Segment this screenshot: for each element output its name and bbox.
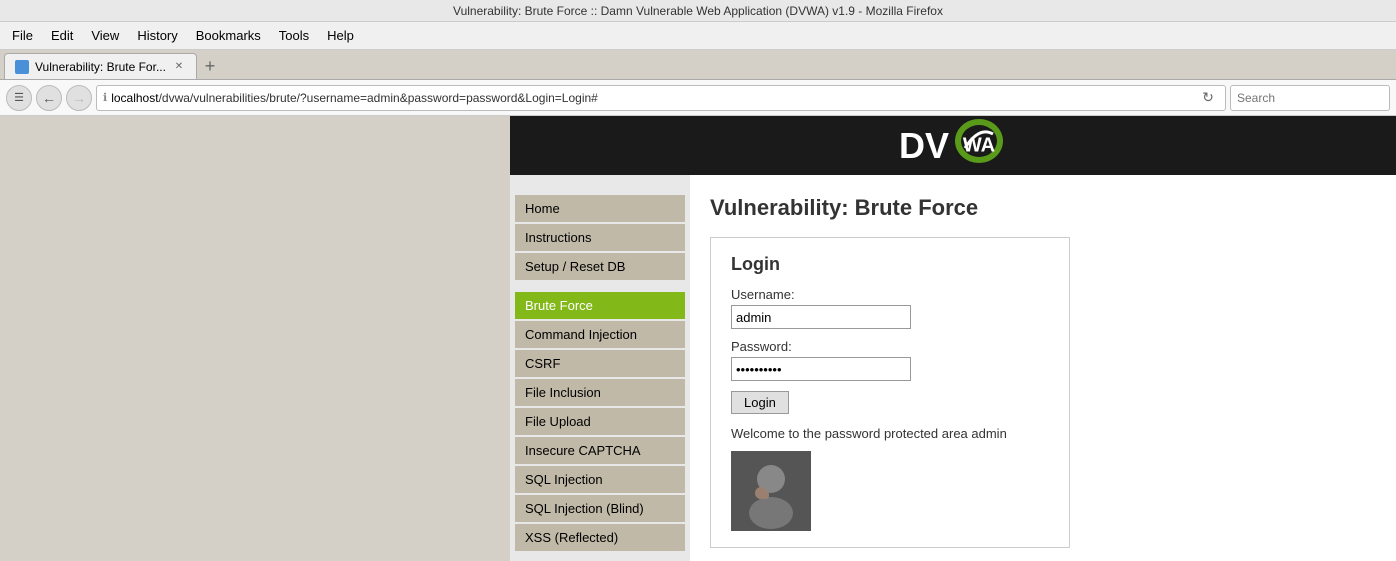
dvwa-header: DV WA: [510, 116, 1396, 175]
refresh-button[interactable]: ↻: [1197, 87, 1219, 109]
menu-bar: File Edit View History Bookmarks Tools H…: [0, 22, 1396, 50]
sidebar-item-file-inclusion[interactable]: File Inclusion: [515, 379, 685, 406]
avatar-image: [731, 451, 811, 531]
title-bar: Vulnerability: Brute Force :: Damn Vulne…: [0, 0, 1396, 22]
menu-history[interactable]: History: [129, 25, 185, 46]
logo-dv: DV: [899, 125, 949, 167]
menu-view[interactable]: View: [83, 25, 127, 46]
profile-button[interactable]: ☰: [6, 85, 32, 111]
tab-close-button[interactable]: ✕: [172, 60, 186, 74]
main-panel: Vulnerability: Brute Force Login Usernam…: [690, 175, 1396, 561]
sidebar-item-csrf[interactable]: CSRF: [515, 350, 685, 377]
security-icon: ℹ: [103, 91, 107, 104]
search-input[interactable]: [1230, 85, 1390, 111]
left-spacer: [0, 116, 510, 561]
url-display: localhost/dvwa/vulnerabilities/brute/?us…: [111, 91, 1197, 105]
main-content: Home Instructions Setup / Reset DB Brute…: [510, 175, 1396, 561]
new-tab-button[interactable]: +: [197, 53, 223, 79]
username-label: Username:: [731, 287, 1049, 302]
menu-help[interactable]: Help: [319, 25, 362, 46]
active-tab[interactable]: Vulnerability: Brute For... ✕: [4, 53, 197, 79]
sidebar: Home Instructions Setup / Reset DB Brute…: [510, 175, 690, 561]
user-avatar: [731, 451, 811, 531]
login-button[interactable]: Login: [731, 391, 789, 414]
sidebar-item-sql-injection-blind[interactable]: SQL Injection (Blind): [515, 495, 685, 522]
username-input[interactable]: [731, 305, 911, 329]
page-content: DV WA Home Instructions: [0, 116, 1396, 561]
sidebar-item-instructions[interactable]: Instructions: [515, 224, 685, 251]
menu-edit[interactable]: Edit: [43, 25, 81, 46]
url-bar[interactable]: ℹ localhost/dvwa/vulnerabilities/brute/?…: [96, 85, 1226, 111]
sidebar-item-xss-reflected[interactable]: XSS (Reflected): [515, 524, 685, 551]
menu-file[interactable]: File: [4, 25, 41, 46]
sidebar-item-file-upload[interactable]: File Upload: [515, 408, 685, 435]
sidebar-item-insecure-captcha[interactable]: Insecure CAPTCHA: [515, 437, 685, 464]
content-area: DV WA Home Instructions: [510, 116, 1396, 561]
login-box: Login Username: Password: Login Welcome …: [710, 237, 1070, 548]
sidebar-item-command-injection[interactable]: Command Injection: [515, 321, 685, 348]
dvwa-logo: DV WA: [899, 116, 1007, 175]
sidebar-item-setup[interactable]: Setup / Reset DB: [515, 253, 685, 280]
password-input[interactable]: [731, 357, 911, 381]
back-button[interactable]: ←: [36, 85, 62, 111]
tab-label: Vulnerability: Brute For...: [35, 60, 166, 74]
tab-bar: Vulnerability: Brute For... ✕ +: [0, 50, 1396, 80]
menu-tools[interactable]: Tools: [271, 25, 317, 46]
forward-button[interactable]: →: [66, 85, 92, 111]
tab-favicon: [15, 60, 29, 74]
page-title: Vulnerability: Brute Force: [710, 195, 1376, 221]
sidebar-item-brute-force[interactable]: Brute Force: [515, 292, 685, 319]
address-bar: ☰ ← → ℹ localhost/dvwa/vulnerabilities/b…: [0, 80, 1396, 116]
logo-wa: WA: [963, 134, 995, 157]
menu-bookmarks[interactable]: Bookmarks: [188, 25, 269, 46]
password-label: Password:: [731, 339, 1049, 354]
welcome-message: Welcome to the password protected area a…: [731, 426, 1049, 441]
sidebar-item-home[interactable]: Home: [515, 195, 685, 222]
window-title: Vulnerability: Brute Force :: Damn Vulne…: [453, 4, 943, 18]
sidebar-item-sql-injection[interactable]: SQL Injection: [515, 466, 685, 493]
login-title: Login: [731, 254, 1049, 275]
